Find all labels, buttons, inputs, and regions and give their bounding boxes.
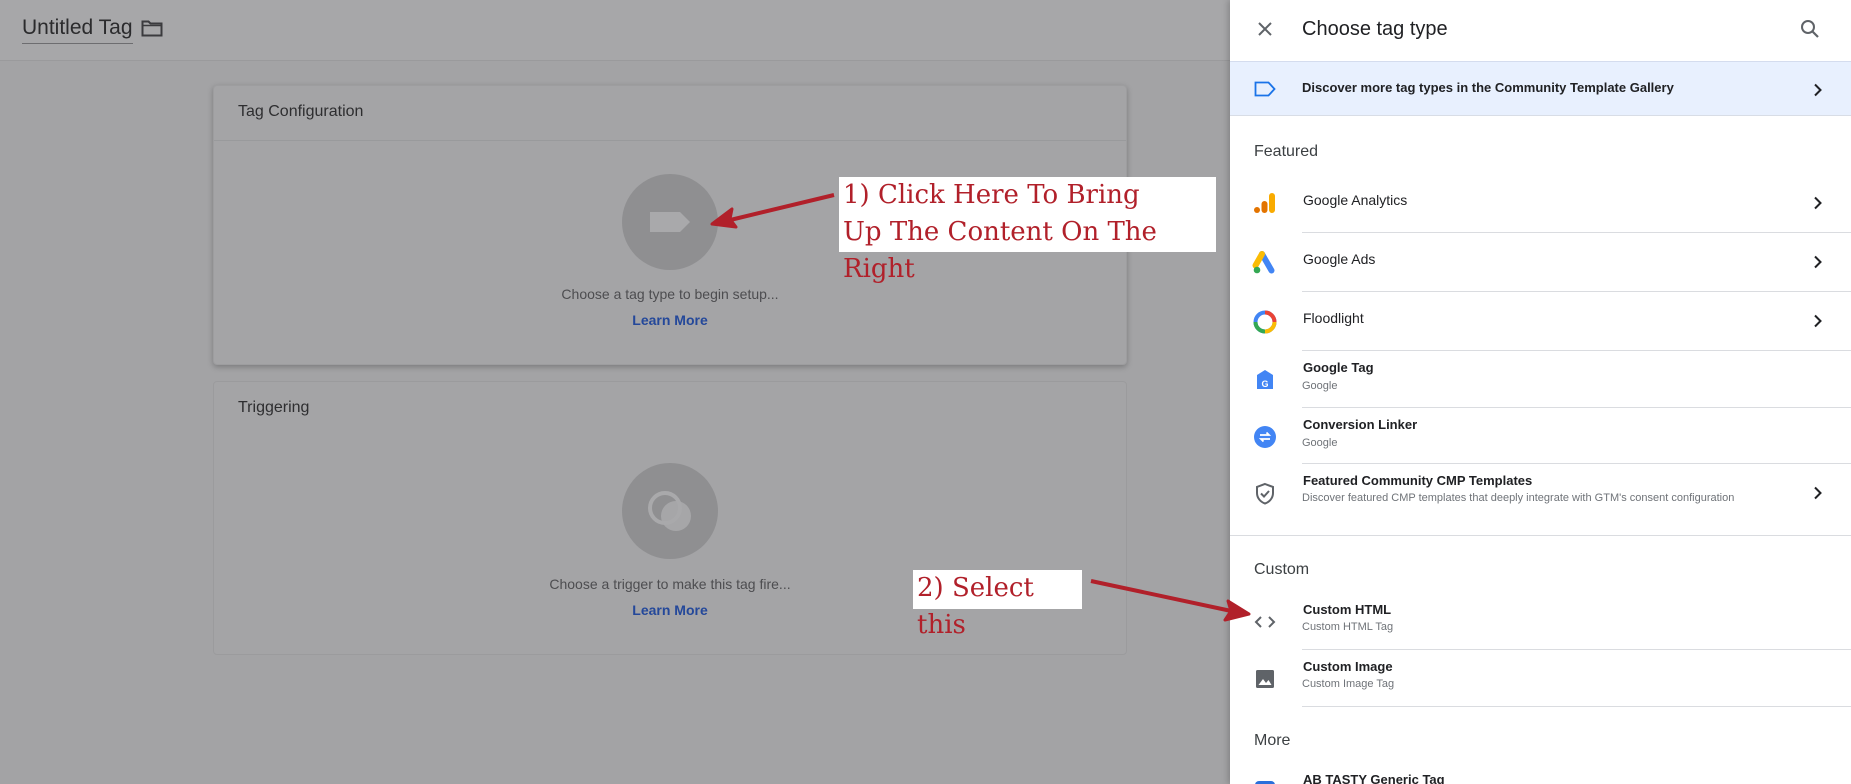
tag-type-name: Floodlight	[1303, 310, 1364, 326]
tag-type-ab-tasty[interactable]: AB TASTY Generic Tag	[1230, 762, 1851, 784]
tag-type-hint: Choose a tag type to begin setup...	[561, 286, 779, 302]
tag-icon	[650, 212, 690, 232]
tag-name-field[interactable]: Untitled Tag	[22, 16, 133, 44]
row-divider	[1230, 535, 1851, 536]
section-more: More	[1254, 732, 1291, 749]
floodlight-icon	[1253, 310, 1277, 334]
tag-type-name: Featured Community CMP Templates	[1303, 473, 1533, 488]
panel-header: Choose tag type	[1230, 0, 1851, 61]
trigger-icon	[648, 491, 691, 531]
shield-check-icon	[1256, 482, 1274, 505]
svg-text:G: G	[1261, 379, 1268, 389]
choose-trigger-button[interactable]	[622, 463, 718, 559]
tag-type-name: Custom HTML	[1303, 602, 1392, 617]
chevron-right-icon	[1814, 196, 1822, 210]
choose-tag-type-button[interactable]	[622, 174, 718, 270]
tag-type-description: Discover featured CMP templates that dee…	[1302, 492, 1735, 504]
row-divider	[1302, 706, 1851, 707]
code-icon	[1254, 616, 1276, 628]
tag-type-custom-image[interactable]: Custom Image Custom Image Tag	[1230, 650, 1851, 707]
google-ads-icon	[1252, 251, 1275, 274]
annotation-step-2: 2) Select this	[913, 570, 1082, 640]
choose-tag-type-panel: Choose tag type Discover more tag types …	[1230, 0, 1851, 784]
community-gallery-banner[interactable]: Discover more tag types in the Community…	[1230, 61, 1851, 116]
tag-type-name: Google Analytics	[1303, 192, 1408, 208]
community-gallery-label: Discover more tag types in the Community…	[1302, 80, 1674, 95]
tag-type-name: Conversion Linker	[1303, 417, 1418, 432]
tag-type-vendor: Custom Image Tag	[1302, 678, 1395, 690]
annotation-step-1: 1) Click Here To Bring Up The Content On…	[839, 177, 1216, 284]
ab-tasty-icon	[1255, 781, 1275, 784]
tag-type-name: Google Tag	[1303, 360, 1374, 375]
chevron-right-icon	[1814, 255, 1822, 269]
google-analytics-icon	[1254, 193, 1275, 213]
image-icon	[1256, 670, 1274, 688]
tag-outline-icon	[1254, 81, 1276, 97]
tag-type-name: Custom Image	[1303, 659, 1393, 674]
tag-type-google-tag[interactable]: G Google Tag Google	[1230, 351, 1851, 408]
close-icon[interactable]	[1254, 18, 1276, 40]
tag-type-name: Google Ads	[1303, 251, 1376, 267]
tag-type-floodlight[interactable]: Floodlight	[1230, 292, 1851, 351]
triggering-card[interactable]: Triggering Choose a trigger to make this…	[213, 381, 1127, 655]
tag-type-conversion-linker[interactable]: Conversion Linker Google	[1230, 408, 1851, 464]
tag-configuration-heading: Tag Configuration	[214, 86, 1126, 141]
tag-type-vendor: Google	[1302, 380, 1338, 392]
tag-type-name: AB TASTY Generic Tag	[1303, 772, 1445, 784]
tag-type-custom-html[interactable]: Custom HTML Custom HTML Tag	[1230, 592, 1851, 650]
section-featured: Featured	[1254, 143, 1319, 160]
search-icon[interactable]	[1798, 17, 1822, 41]
tag-type-vendor: Google	[1302, 437, 1338, 449]
triggering-heading: Triggering	[238, 399, 310, 416]
annotation-step-1-line-1: 1) Click Here To Bring	[843, 180, 1140, 210]
tag-type-vendor: Custom HTML Tag	[1302, 621, 1394, 633]
annotation-step-1-line-2: Up The Content On The Right	[843, 217, 1157, 284]
conversion-linker-icon	[1254, 426, 1276, 448]
editor-top-bar: Untitled Tag	[0, 0, 1230, 61]
google-tag-icon: G	[1257, 370, 1273, 389]
tag-type-google-ads[interactable]: Google Ads	[1230, 233, 1851, 292]
tag-type-google-analytics[interactable]: Google Analytics	[1230, 174, 1851, 233]
chevron-right-icon	[1814, 83, 1822, 97]
panel-title: Choose tag type	[1302, 18, 1448, 40]
tag-type-featured-cmp-templates[interactable]: Featured Community CMP Templates Discove…	[1230, 464, 1851, 536]
section-custom: Custom	[1254, 561, 1310, 578]
tag-config-learn-more-link[interactable]: Learn More	[214, 312, 1126, 328]
chevron-right-icon	[1814, 314, 1822, 328]
chevron-right-icon	[1814, 486, 1822, 500]
folder-icon[interactable]	[141, 19, 163, 37]
